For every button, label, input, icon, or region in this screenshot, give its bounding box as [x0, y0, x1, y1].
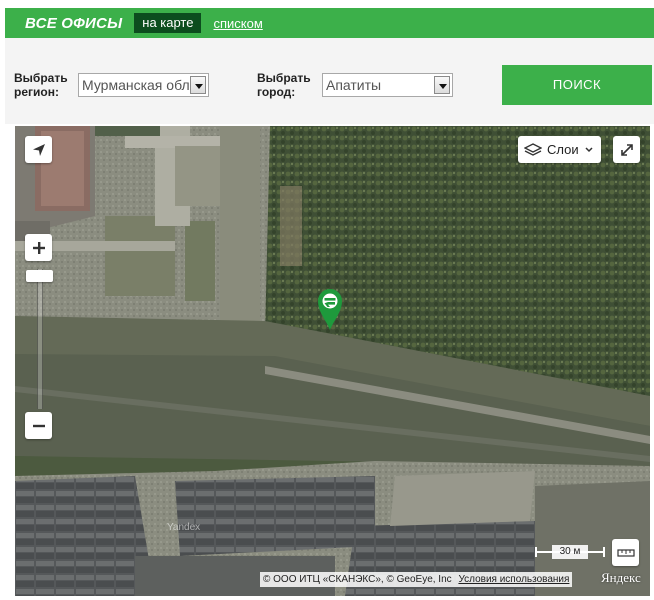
region-label-line1: Выбрать [14, 71, 68, 85]
map-view[interactable]: Слои Yandex 30 м © ООО ИТЦ «СКАНЭКС», © … [15, 126, 650, 596]
city-label-line1: Выбрать [257, 71, 311, 85]
office-marker-icon[interactable] [315, 286, 345, 332]
filter-panel: Выбрать регион: Мурманская обл Выбрать г… [5, 38, 654, 124]
layers-icon [524, 142, 542, 156]
layers-button[interactable]: Слои [518, 136, 601, 163]
locate-icon [32, 143, 45, 156]
layers-label: Слои [547, 142, 579, 157]
chevron-down-icon[interactable] [434, 76, 450, 94]
region-label-line2: регион: [14, 85, 59, 99]
city-label-line2: город: [257, 85, 296, 99]
zoom-slider-handle[interactable] [26, 270, 53, 282]
ruler-icon [616, 548, 635, 557]
chevron-down-icon [585, 146, 593, 152]
zoom-slider-track[interactable] [37, 269, 43, 409]
map-copyright: © ООО ИТЦ «СКАНЭКС», © GeoEye, Inc Услов… [260, 572, 573, 587]
zoom-out-icon [32, 424, 45, 427]
fullscreen-icon [620, 143, 633, 156]
terms-link[interactable]: Условия использования [458, 574, 569, 585]
yandex-logo[interactable]: Яндекс [601, 570, 641, 586]
region-select-value: Мурманская обл [82, 77, 190, 93]
chevron-down-icon[interactable] [190, 76, 206, 94]
city-label: Выбрать город: [257, 71, 311, 99]
zoom-in-icon [32, 241, 45, 254]
copyright-text: © ООО ИТЦ «СКАНЭКС», © GeoEye, Inc [263, 574, 452, 585]
offices-header: ВСЕ ОФИСЫ на карте списком [5, 8, 654, 38]
zoom-in-button[interactable] [25, 234, 52, 261]
page-title: ВСЕ ОФИСЫ [25, 14, 123, 32]
region-label: Выбрать регион: [14, 71, 68, 99]
ruler-button[interactable] [612, 539, 639, 566]
map-watermark: Yandex [167, 522, 201, 533]
tab-map[interactable]: на карте [134, 13, 202, 33]
satellite-imagery[interactable] [15, 126, 650, 596]
city-select-value: Апатиты [326, 77, 382, 93]
fullscreen-button[interactable] [613, 136, 640, 163]
scale-label: 30 м [552, 545, 588, 559]
city-select[interactable]: Апатиты [322, 73, 453, 97]
search-button[interactable]: ПОИСК [502, 65, 652, 105]
region-select[interactable]: Мурманская обл [78, 73, 209, 97]
locate-button[interactable] [25, 136, 52, 163]
zoom-out-button[interactable] [25, 412, 52, 439]
tab-list[interactable]: списком [213, 16, 262, 31]
